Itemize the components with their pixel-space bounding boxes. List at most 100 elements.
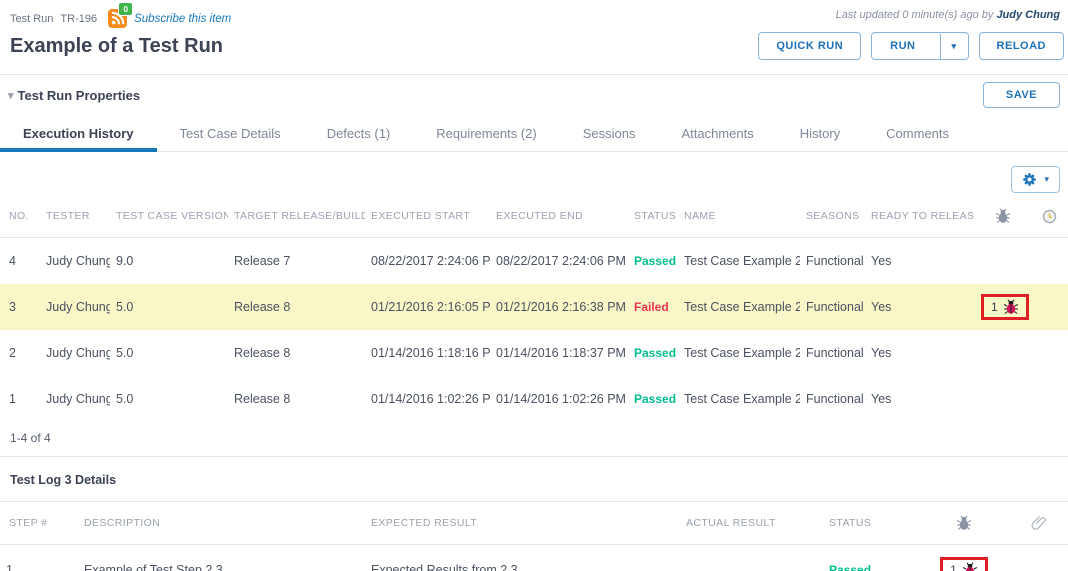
- col-step[interactable]: STEP #: [0, 502, 78, 545]
- ladybug-icon: [1003, 299, 1019, 315]
- test-log-row[interactable]: 1 Example of Test Step 2.3 Expected Resu…: [0, 545, 1068, 571]
- cell-start: 01/14/2016 1:18:16 PM: [365, 330, 490, 376]
- tab-item[interactable]: Execution History: [0, 115, 157, 151]
- col-expected-result[interactable]: EXPECTED RESULT: [365, 502, 680, 545]
- cell-ready: Yes: [865, 238, 975, 285]
- cell-end: 01/14/2016 1:18:37 PM: [490, 330, 628, 376]
- last-updated-prefix: Last updated 0 minute(s) ago by: [836, 9, 994, 21]
- col-step-defects[interactable]: [918, 502, 1010, 545]
- col-step-status[interactable]: STATUS: [823, 502, 918, 545]
- top-meta-bar: Test Run TR-196 0 Subscribe this item La…: [0, 0, 1068, 28]
- cell-tester: Judy Chung: [40, 284, 110, 330]
- title-row: Example of a Test Run QUICK RUN RUN ▾ RE…: [0, 28, 1068, 74]
- ladybug-icon: [962, 562, 978, 571]
- clock-icon: [1042, 209, 1057, 224]
- col-tester[interactable]: TESTER: [40, 195, 110, 238]
- page-title: Example of a Test Run: [10, 35, 223, 58]
- chevron-down-icon: ▾: [8, 89, 14, 102]
- cell-expected: Expected Results from 2.3: [365, 545, 680, 571]
- title-buttons: QUICK RUN RUN ▾ RELOAD: [758, 32, 1064, 60]
- subscribe-rss-button[interactable]: 0: [108, 9, 127, 28]
- cell-status: Passed: [628, 376, 678, 422]
- item-type-label: Test Run: [10, 13, 53, 25]
- cell-seasons: Functional: [800, 284, 865, 330]
- cell-step-attachments: [1010, 545, 1068, 571]
- col-status[interactable]: STATUS: [628, 195, 678, 238]
- table-settings-button[interactable]: ▾: [1011, 166, 1060, 193]
- cell-duration: [1030, 284, 1068, 330]
- cell-release: Release 8: [228, 284, 365, 330]
- defect-count: 1: [950, 563, 957, 571]
- defect-annotation-box: 1: [981, 294, 1029, 320]
- cell-release: Release 8: [228, 330, 365, 376]
- quick-run-button[interactable]: QUICK RUN: [758, 32, 861, 60]
- last-updated-user[interactable]: Judy Chung: [996, 9, 1060, 21]
- cell-end: 01/21/2016 2:16:38 PM: [490, 284, 628, 330]
- cell-name: Test Case Example 2: [678, 376, 800, 422]
- tab-item[interactable]: History: [777, 115, 863, 151]
- col-description[interactable]: DESCRIPTION: [78, 502, 365, 545]
- col-executed-end[interactable]: EXECUTED END: [490, 195, 628, 238]
- execution-table-header-row: NO. TESTER TEST CASE VERSION TARGET RELE…: [0, 195, 1068, 238]
- cell-duration: [1030, 330, 1068, 376]
- table-toolbar: ▾: [0, 152, 1068, 195]
- col-executed-start[interactable]: EXECUTED START: [365, 195, 490, 238]
- cell-defects[interactable]: [975, 376, 1030, 422]
- col-name[interactable]: NAME: [678, 195, 800, 238]
- col-no[interactable]: NO.: [0, 195, 40, 238]
- col-step-attachments[interactable]: [1010, 502, 1068, 545]
- properties-bar: ▾ Test Run Properties SAVE: [0, 74, 1068, 115]
- cell-step-status: Passed: [823, 545, 918, 571]
- cell-seasons: Functional: [800, 238, 865, 285]
- col-seasons[interactable]: SEASONS: [800, 195, 865, 238]
- cell-status: Passed: [628, 238, 678, 285]
- run-menu-button[interactable]: ▾: [940, 34, 968, 59]
- caret-down-icon: ▾: [952, 41, 957, 51]
- tab-item[interactable]: Defects (1): [304, 115, 414, 151]
- col-test-case-version[interactable]: TEST CASE VERSION: [110, 195, 228, 238]
- test-log-table: STEP # DESCRIPTION EXPECTED RESULT ACTUA…: [0, 501, 1068, 571]
- col-defects[interactable]: [975, 195, 1030, 238]
- properties-toggle[interactable]: ▾ Test Run Properties: [8, 88, 140, 103]
- reload-button[interactable]: RELOAD: [979, 32, 1064, 60]
- cell-start: 08/22/2017 2:24:06 PM: [365, 238, 490, 285]
- tab-item[interactable]: Test Case Details: [157, 115, 304, 151]
- bug-icon: [956, 515, 972, 531]
- cell-version: 5.0: [110, 376, 228, 422]
- tab-item[interactable]: Requirements (2): [413, 115, 559, 151]
- tab-item[interactable]: Attachments: [658, 115, 776, 151]
- execution-table-row[interactable]: 2 Judy Chung 5.0 Release 8 01/14/2016 1:…: [0, 330, 1068, 376]
- cell-name: Test Case Example 2: [678, 284, 800, 330]
- tab-bar: Execution History Test Case Details Defe…: [0, 115, 1068, 152]
- tab-item[interactable]: Comments: [863, 115, 972, 151]
- cell-status: Failed: [628, 284, 678, 330]
- cell-ready: Yes: [865, 284, 975, 330]
- defect-count: 1: [991, 300, 998, 314]
- execution-table-row[interactable]: 1 Judy Chung 5.0 Release 8 01/14/2016 1:…: [0, 376, 1068, 422]
- cell-step-defects[interactable]: 1: [918, 545, 1010, 571]
- tab-item[interactable]: Sessions: [560, 115, 659, 151]
- subscriber-count-badge: 0: [118, 2, 133, 16]
- execution-table-row[interactable]: 4 Judy Chung 9.0 Release 7 08/22/2017 2:…: [0, 238, 1068, 285]
- bug-icon: [995, 208, 1011, 224]
- cell-defects[interactable]: [975, 238, 1030, 285]
- gear-icon: [1022, 172, 1037, 187]
- cell-defects[interactable]: 1: [975, 284, 1030, 330]
- subscribe-link[interactable]: Subscribe this item: [134, 13, 231, 25]
- col-actual-result[interactable]: ACTUAL RESULT: [680, 502, 823, 545]
- cell-seasons: Functional: [800, 330, 865, 376]
- col-duration[interactable]: [1030, 195, 1068, 238]
- run-button[interactable]: RUN: [872, 33, 933, 59]
- item-id: TR-196: [60, 13, 97, 25]
- execution-table-row[interactable]: 3 Judy Chung 5.0 Release 8 01/21/2016 2:…: [0, 284, 1068, 330]
- cell-no: 4: [0, 238, 40, 285]
- col-target-release[interactable]: TARGET RELEASE/BUILD: [228, 195, 365, 238]
- cell-status: Passed: [628, 330, 678, 376]
- save-button[interactable]: SAVE: [983, 82, 1060, 108]
- cell-no: 2: [0, 330, 40, 376]
- cell-defects[interactable]: [975, 330, 1030, 376]
- col-ready-to-release[interactable]: READY TO RELEASE?: [865, 195, 975, 238]
- cell-start: 01/14/2016 1:02:26 PM: [365, 376, 490, 422]
- test-run-page: Test Run TR-196 0 Subscribe this item La…: [0, 0, 1068, 571]
- cell-end: 01/14/2016 1:02:26 PM: [490, 376, 628, 422]
